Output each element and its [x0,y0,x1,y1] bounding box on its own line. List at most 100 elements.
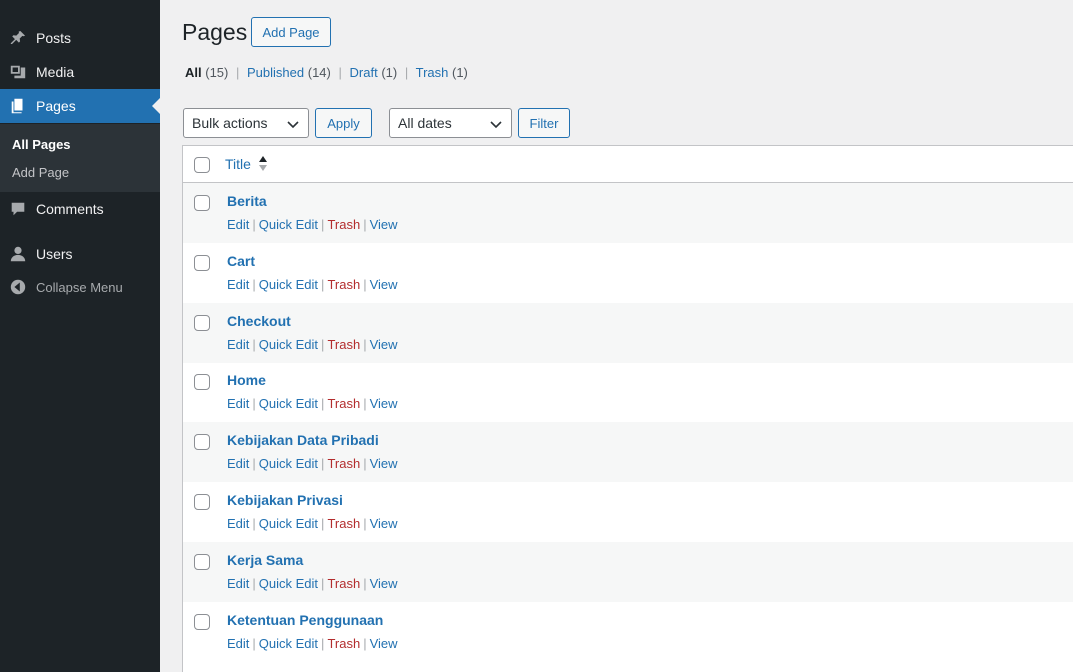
edit-link[interactable]: Edit [227,516,249,531]
edit-link[interactable]: Edit [227,636,249,651]
submenu-add-page[interactable]: Add Page [12,165,69,180]
view-link[interactable]: View [370,636,398,651]
action-separator: | [363,336,367,352]
media-icon [0,63,36,81]
trash-link[interactable]: Trash [327,636,360,651]
row-checkbox[interactable] [194,494,210,510]
quick-edit-link[interactable]: Quick Edit [259,396,318,411]
page-title-link[interactable]: Kebijakan Privasi [227,492,343,508]
view-link[interactable]: View [370,516,398,531]
view-link[interactable]: View [370,277,398,292]
menu-item-label: Pages [36,98,76,114]
collapse-menu-button[interactable]: Collapse Menu [0,270,160,304]
edit-link[interactable]: Edit [227,576,249,591]
view-link[interactable]: View [370,456,398,471]
edit-link[interactable]: Edit [227,217,249,232]
view-separator: | [404,65,409,80]
row-checkbox[interactable] [194,613,210,630]
row-checkbox[interactable] [194,553,210,570]
view-draft-link[interactable]: Draft [350,65,378,80]
quick-edit-link[interactable]: Quick Edit [259,217,318,232]
menu-item-users[interactable]: Users [0,237,160,271]
trash-link[interactable]: Trash [327,516,360,531]
add-page-button[interactable]: Add Page [251,17,331,47]
menu-item-pages[interactable]: Pages [0,89,160,123]
action-separator: | [252,396,256,412]
view-trash-link[interactable]: Trash [416,65,449,80]
table-row: Ketentuan Penggunaan Edit | Quick Edit | Tras… [183,602,1073,662]
menu-item-label: Comments [36,201,104,217]
bulk-actions-select[interactable]: Bulk actions [183,108,309,138]
action-separator: | [363,276,367,292]
column-title-sort[interactable]: Title [225,156,251,172]
trash-link[interactable]: Trash [327,396,360,411]
quick-edit-link[interactable]: Quick Edit [259,636,318,651]
trash-link[interactable]: Trash [327,576,360,591]
row-actions: Edit | Quick Edit | Trash | View [227,456,398,471]
action-separator: | [252,336,256,352]
page-title-link[interactable]: Checkout [227,313,291,329]
bulk-actions-value: Bulk actions [192,115,268,131]
pages-icon [0,97,36,115]
pages-submenu: All Pages Add Page [0,124,160,192]
row-checkbox[interactable] [194,314,210,331]
quick-edit-link[interactable]: Quick Edit [259,456,318,471]
table-row: Cart Edit | Quick Edit | Trash | View [183,243,1073,303]
page-title-link[interactable]: Ketentuan Penggunaan [227,612,383,628]
quick-edit-link[interactable]: Quick Edit [259,337,318,352]
row-checkbox[interactable] [194,434,210,451]
apply-button[interactable]: Apply [315,108,372,138]
filter-button[interactable]: Filter [518,108,570,138]
view-filters: All (15) | Published (14) | Draft (1) | … [185,65,468,80]
quick-edit-link[interactable]: Quick Edit [259,516,318,531]
action-separator: | [363,396,367,412]
trash-link[interactable]: Trash [327,217,360,232]
select-all-checkbox[interactable] [194,157,210,173]
current-menu-arrow [152,98,160,114]
table-row: Checkout Edit | Quick Edit | Trash | View [183,302,1073,363]
page-title: Pages [182,19,248,45]
view-link[interactable]: View [370,217,398,232]
table-row: Kebijakan Data Pribadi Edit | Quick Edit | Tr… [183,422,1073,483]
page-title-link[interactable]: Kerja Sama [227,552,303,568]
trash-link[interactable]: Trash [327,277,360,292]
view-link[interactable]: View [370,576,398,591]
edit-link[interactable]: Edit [227,396,249,411]
edit-link[interactable]: Edit [227,277,249,292]
quick-edit-link[interactable]: Quick Edit [259,576,318,591]
page-title-link[interactable]: Kebijakan Data Pribadi [227,432,379,448]
trash-link[interactable]: Trash [327,337,360,352]
row-checkbox[interactable] [194,195,210,211]
menu-item-label: Media [36,64,75,80]
table-row: Berita Edit | Quick Edit | Trash | View [183,183,1073,243]
row-checkbox[interactable] [194,254,210,271]
edit-link[interactable]: Edit [227,337,249,352]
page-title-link[interactable]: Cart [227,253,255,269]
page-title-link[interactable]: Berita [227,193,267,209]
action-separator: | [252,456,256,472]
row-checkbox[interactable] [194,374,210,391]
menu-item-posts[interactable]: Posts [0,21,160,55]
row-actions: Edit | Quick Edit | Trash | View [227,277,398,292]
page-title-link[interactable]: Home [227,372,266,388]
view-trash-count: (1) [451,65,468,80]
menu-item-label: Users [36,246,73,262]
view-published-link[interactable]: Published [247,65,304,80]
view-link[interactable]: View [370,396,398,411]
view-all-link[interactable]: All [185,65,202,80]
chevron-down-icon [489,117,503,131]
admin-sidebar: Posts Media Pages All Pages Add Page Com… [0,0,160,672]
action-separator: | [363,217,367,232]
edit-link[interactable]: Edit [227,456,249,471]
table-row: Home Edit | Quick Edit | Trash | View [183,362,1073,422]
menu-item-comments[interactable]: Comments [0,192,160,226]
dates-select[interactable]: All dates [389,108,512,138]
row-actions: Edit | Quick Edit | Trash | View [227,217,398,232]
view-link[interactable]: View [370,337,398,352]
menu-item-media[interactable]: Media [0,55,160,89]
main-content: Pages Add Page All (15) | Published (14)… [160,0,1073,672]
trash-link[interactable]: Trash [327,456,360,471]
row-actions: Edit | Quick Edit | Trash | View [227,396,398,411]
quick-edit-link[interactable]: Quick Edit [259,277,318,292]
submenu-all-pages[interactable]: All Pages [12,137,71,152]
